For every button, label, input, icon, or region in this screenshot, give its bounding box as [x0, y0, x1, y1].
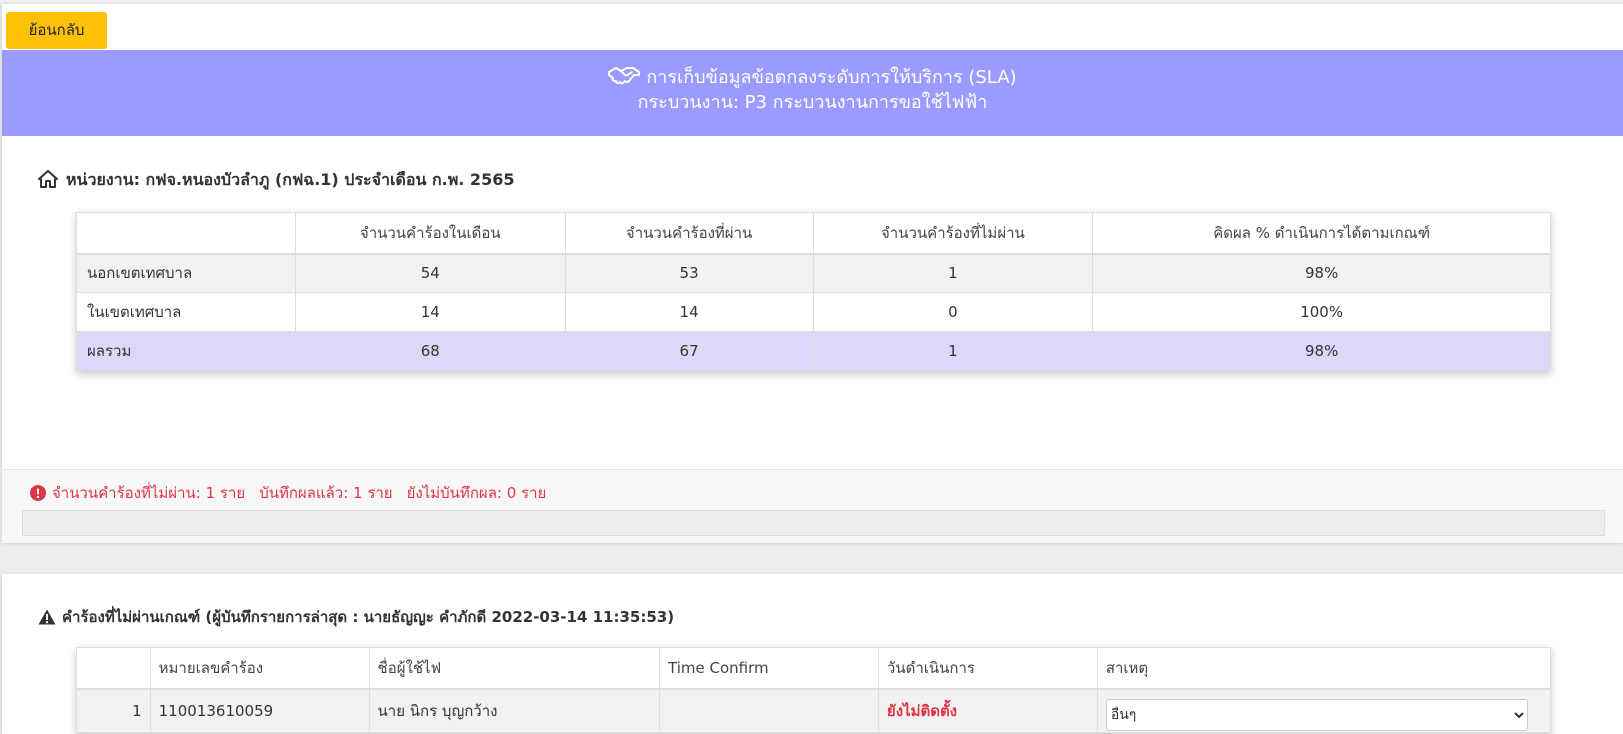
- table-row: นอกเขตเทศบาล 54 53 1 98%: [76, 253, 1551, 293]
- summary-table: จำนวนคำร้องในเดือน จำนวนคำร้องที่ผ่าน จำ…: [76, 212, 1551, 371]
- failed-header-row: หมายเลขคำร้อง ชื่อผู้ใช้ไฟ Time Confirm …: [76, 647, 1552, 690]
- status-line: จำนวนคำร้องที่ไม่ผ่าน: 1 ราย บันทึกผลแล้ว…: [30, 482, 546, 504]
- table-cell: ในเขตเทศบาล: [76, 292, 296, 332]
- home-icon: [38, 170, 58, 188]
- table-cell: 1: [812, 253, 1094, 293]
- summary-header-cell: จำนวนคำร้องที่ผ่าน: [564, 212, 814, 255]
- summary-header-cell: [76, 212, 296, 255]
- cause-cell: อื่นๆ: [1096, 688, 1552, 733]
- unit-heading: หน่วยงาน: กฟจ.หนองบัวลำภู (กฟฉ.1) ประจำเ…: [38, 169, 514, 191]
- failed-header-cell: วันดำเนินการ: [877, 647, 1098, 690]
- banner-title: การเก็บข้อมูลข้อตกลงระดับการให้บริการ (S…: [646, 67, 1017, 88]
- not-passed-count: จำนวนคำร้องที่ไม่ผ่าน: 1 ราย: [52, 484, 246, 502]
- failed-section-title: คำร้องที่ไม่ผ่านเกณฑ์ (ผู้บันทึกรายการล่…: [62, 608, 675, 626]
- not-recorded-count: ยังไม่บันทึกผล: 0 ราย: [406, 484, 547, 502]
- handshake-icon: [608, 67, 641, 85]
- summary-header-cell: จำนวนคำร้องในเดือน: [294, 212, 566, 255]
- empty-bar: [22, 510, 1605, 536]
- back-button[interactable]: ย้อนกลับ: [6, 12, 107, 49]
- status-footer: จำนวนคำร้องที่ไม่ผ่าน: 1 ราย บันทึกผลแล้ว…: [2, 469, 1623, 543]
- summary-header-cell: จำนวนคำร้องที่ไม่ผ่าน: [812, 212, 1094, 255]
- failed-header-cell: หมายเลขคำร้อง: [149, 647, 370, 690]
- table-cell: 100%: [1092, 292, 1551, 332]
- customer-name: นาย นิกร บุญกว้าง: [368, 688, 661, 733]
- row-index: 1: [76, 688, 151, 733]
- table-cell: นอกเขตเทศบาล: [76, 253, 296, 293]
- time-confirm: [659, 688, 879, 733]
- recorded-count: บันทึกผลแล้ว: 1 ราย: [259, 484, 393, 502]
- table-cell: 68: [294, 331, 566, 371]
- table-cell: 67: [564, 331, 814, 371]
- exclamation-circle-icon: [30, 485, 46, 501]
- table-cell: 0: [812, 292, 1094, 332]
- failed-requests-card: คำร้องที่ไม่ผ่านเกณฑ์ (ผู้บันทึกรายการล่…: [2, 574, 1623, 734]
- failed-requests-table: หมายเลขคำร้อง ชื่อผู้ใช้ไฟ Time Confirm …: [76, 647, 1552, 733]
- table-cell: 98%: [1092, 331, 1551, 371]
- failed-header-cell: Time Confirm: [659, 647, 879, 690]
- banner-subtitle: กระบวนงาน: P3 กระบวนงานการขอใช้ไฟฟ้า: [637, 92, 988, 113]
- table-cell: ผลรวม: [76, 331, 296, 371]
- failed-section-heading: คำร้องที่ไม่ผ่านเกณฑ์ (ผู้บันทึกรายการล่…: [38, 606, 674, 628]
- warning-triangle-icon: [38, 609, 56, 625]
- total-row: ผลรวม 68 67 1 98%: [76, 331, 1551, 371]
- action-date: ยังไม่ติดตั้ง: [877, 688, 1098, 733]
- table-row: ในเขตเทศบาล 14 14 0 100%: [76, 292, 1551, 332]
- header-banner: การเก็บข้อมูลข้อตกลงระดับการให้บริการ (S…: [2, 50, 1623, 136]
- table-row: 1 110013610059 นาย นิกร บุญกว้าง ยังไม่ต…: [76, 688, 1552, 733]
- table-cell: 98%: [1092, 253, 1551, 293]
- failed-header-cell: [76, 647, 151, 690]
- table-cell: 14: [294, 292, 566, 332]
- banner-title-line: การเก็บข้อมูลข้อตกลงระดับการให้บริการ (S…: [2, 66, 1623, 90]
- failed-header-cell: สาเหตุ: [1096, 647, 1552, 690]
- table-cell: 14: [564, 292, 814, 332]
- sla-summary-card: ย้อนกลับ การเก็บข้อมูลข้อตกลงระดับการให้…: [2, 4, 1623, 543]
- table-cell: 53: [564, 253, 814, 293]
- request-number: 110013610059: [149, 688, 370, 733]
- table-cell: 54: [294, 253, 566, 293]
- unit-title-text: หน่วยงาน: กฟจ.หนองบัวลำภู (กฟฉ.1) ประจำเ…: [66, 170, 515, 189]
- table-cell: 1: [812, 331, 1094, 371]
- summary-header-row: จำนวนคำร้องในเดือน จำนวนคำร้องที่ผ่าน จำ…: [76, 212, 1551, 255]
- failed-header-cell: ชื่อผู้ใช้ไฟ: [368, 647, 661, 690]
- summary-header-cell: คิดผล % ดำเนินการได้ตามเกณฑ์: [1092, 212, 1551, 255]
- cause-select[interactable]: อื่นๆ: [1105, 698, 1528, 731]
